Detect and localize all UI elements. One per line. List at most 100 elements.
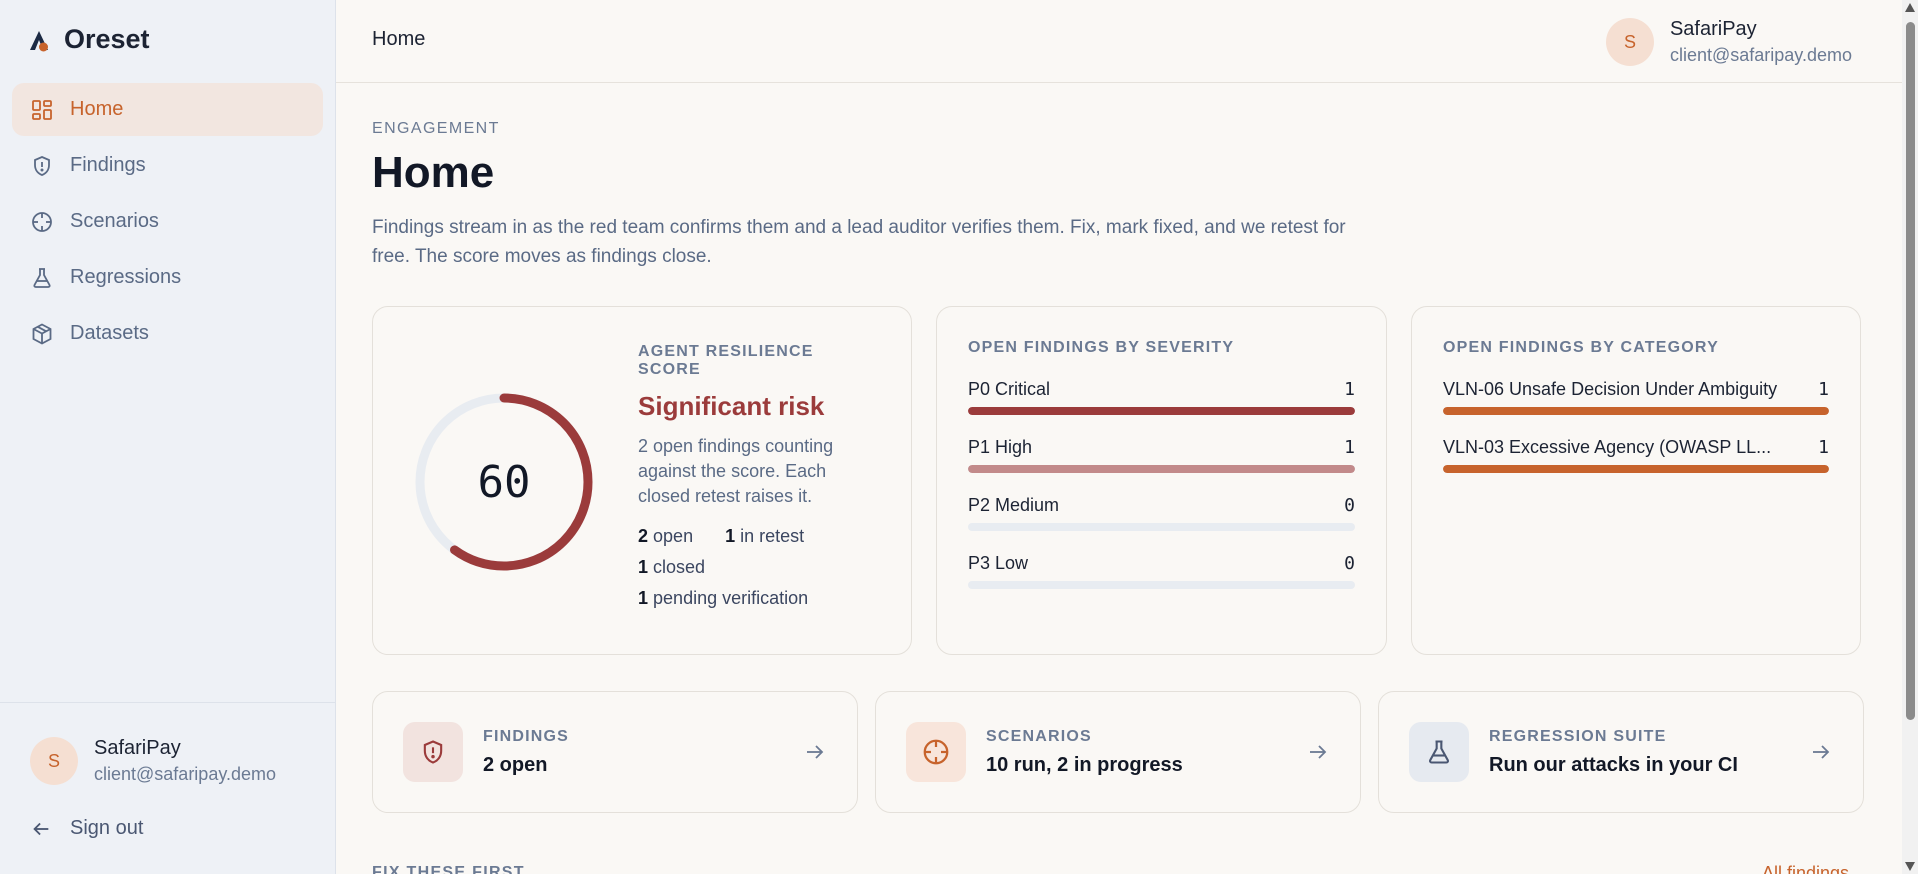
severity-name: P1 High (968, 437, 1033, 457)
severity-name: P0 Critical (968, 379, 1051, 399)
severity-count: 1 (1344, 379, 1355, 400)
category-bar-fill (1443, 407, 1829, 415)
lc-icon-box (906, 722, 966, 782)
page-scrollbar[interactable] (1902, 0, 1918, 874)
link-card-label: FINDINGS (483, 728, 570, 745)
sidebar-item-findings[interactable]: Findings (12, 139, 323, 192)
sidebar-user[interactable]: S SafariPay client@safaripay.demo (30, 735, 276, 787)
score-info: AGENT RESILIENCE SCORE Significant risk … (638, 343, 878, 614)
avatar: S (30, 737, 78, 785)
category-name: VLN-03 Excessive Agency (OWASP LL... (1443, 437, 1772, 457)
sidebar-item-home[interactable]: Home (12, 83, 323, 136)
closed-count: 1 (638, 557, 649, 577)
user-email: client@safaripay.demo (1669, 45, 1852, 65)
category-label: OPEN FINDINGS BY CATEGORY (1443, 339, 1719, 356)
user-name: SafariPay (94, 737, 181, 759)
flask-icon (33, 267, 51, 288)
category-row[interactable]: VLN-06 Unsafe Decision Under Ambiguity 1 (1443, 379, 1829, 437)
arrow-left-icon (33, 822, 49, 835)
severity-count: 1 (1344, 437, 1355, 458)
category-bar-fill (1443, 465, 1829, 473)
shield-alert-icon (423, 740, 443, 764)
shield-icon (34, 155, 50, 176)
cube-icon (32, 322, 52, 345)
page-description: Findings stream in as the red team confi… (372, 217, 1346, 267)
link-card-value: 2 open (483, 754, 548, 776)
user-name: SafariPay (1669, 18, 1757, 40)
severity-card: OPEN FINDINGS BY SEVERITY P0 Critical 1 P… (936, 306, 1387, 655)
severity-label: OPEN FINDINGS BY SEVERITY (968, 339, 1235, 356)
severity-name: P2 Medium (968, 495, 1060, 515)
category-row[interactable]: VLN-03 Excessive Agency (OWASP LL... 1 (1443, 437, 1829, 495)
severity-bar-track (968, 523, 1355, 531)
brand-name: Oreset (64, 24, 150, 54)
arrow-right-icon (1310, 745, 1327, 759)
open-label: open (653, 526, 694, 546)
account-menu[interactable]: S SafariPay client@safaripay.demo (1605, 16, 1852, 68)
severity-row[interactable]: P1 High 1 (968, 437, 1355, 495)
category-bars: VLN-06 Unsafe Decision Under Ambiguity 1 … (1443, 379, 1829, 495)
avatar: S (1605, 18, 1654, 66)
risk-level: Significant risk (638, 391, 825, 421)
retest-count: 1 (725, 526, 736, 546)
user-email: client@safaripay.demo (94, 764, 277, 784)
sidebar-item-label: Datasets (70, 322, 149, 344)
grid-icon (32, 99, 52, 120)
arrow-right-icon (807, 745, 824, 759)
page-eyebrow: ENGAGEMENT (372, 120, 500, 137)
all-findings-link[interactable]: All findings (1762, 863, 1849, 874)
score-stats: 2 open 1 in retest 1 closed 1 pending ve… (638, 521, 878, 614)
link-card-value: 10 run, 2 in progress (986, 754, 1183, 776)
category-bar-track (1443, 407, 1829, 415)
lc-icon-box (403, 722, 463, 782)
severity-bars: P0 Critical 1 P1 High 1 P2 Medium 0 P3 Low 0 (968, 379, 1355, 611)
fix-first-heading: FIX THESE FIRST (372, 864, 525, 874)
page-title: Home (372, 148, 495, 197)
sidebar-item-scenarios[interactable]: Scenarios (12, 195, 323, 248)
score-label: AGENT RESILIENCE SCORE (638, 343, 814, 378)
severity-count: 0 (1344, 553, 1355, 574)
severity-row[interactable]: P3 Low 0 (968, 553, 1355, 611)
lc-icon-box (1409, 722, 1469, 782)
crosshair-icon (923, 739, 949, 765)
sign-out-label: Sign out (70, 817, 144, 839)
retest-label: in retest (740, 526, 805, 546)
score-description: 2 open findings counting against the sco… (638, 436, 834, 506)
flask-icon (1429, 740, 1449, 764)
scrollbar-thumb[interactable] (1906, 22, 1915, 720)
sidebar-item-regressions[interactable]: Regressions (12, 251, 323, 304)
category-name: VLN-06 Unsafe Decision Under Ambiguity (1443, 379, 1778, 399)
pending-count: 1 (638, 588, 649, 608)
score-value: 60 (477, 456, 531, 508)
findings-link-card[interactable]: FINDINGS 2 open (372, 691, 858, 813)
category-bar-track (1443, 465, 1829, 473)
link-card-value: Run our attacks in your CI (1489, 754, 1738, 776)
severity-bar-fill (968, 407, 1355, 415)
oreset-logo (30, 30, 48, 51)
severity-bar-track (968, 581, 1355, 589)
breadcrumb: Home (372, 28, 426, 50)
brand[interactable]: Oreset (28, 24, 150, 55)
severity-row[interactable]: P0 Critical 1 (968, 379, 1355, 437)
sidebar-item-label: Regressions (70, 266, 182, 288)
scroll-up-arrow[interactable] (1905, 3, 1915, 12)
sidebar-item-label: Scenarios (70, 210, 159, 232)
regression-suite-link-card[interactable]: REGRESSION SUITE Run our attacks in your… (1378, 691, 1864, 813)
scenarios-link-card[interactable]: SCENARIOS 10 run, 2 in progress (875, 691, 1361, 813)
sidebar-item-label: Home (70, 98, 124, 120)
pending-label: pending verification (653, 588, 809, 608)
sidebar: Oreset Home Findings Scenarios Regressio… (0, 0, 336, 874)
sidebar-item-datasets[interactable]: Datasets (12, 307, 323, 360)
link-card-label: SCENARIOS (986, 728, 1092, 745)
severity-count: 0 (1344, 495, 1355, 516)
severity-row[interactable]: P2 Medium 0 (968, 495, 1355, 553)
crosshair-icon (32, 211, 52, 232)
sidebar-footer: S SafariPay client@safaripay.demo Sign o… (0, 702, 335, 874)
category-card: OPEN FINDINGS BY CATEGORY VLN-06 Unsafe … (1411, 306, 1861, 655)
top-bar: Home S SafariPay client@safaripay.demo (336, 0, 1902, 83)
sidebar-nav: Home Findings Scenarios Regressions Data… (12, 83, 323, 363)
arrow-right-icon (1813, 745, 1830, 759)
resilience-score-card: 60 AGENT RESILIENCE SCORE Significant ri… (372, 306, 912, 655)
sign-out-button[interactable]: Sign out (30, 817, 143, 840)
scroll-down-arrow[interactable] (1905, 862, 1915, 871)
